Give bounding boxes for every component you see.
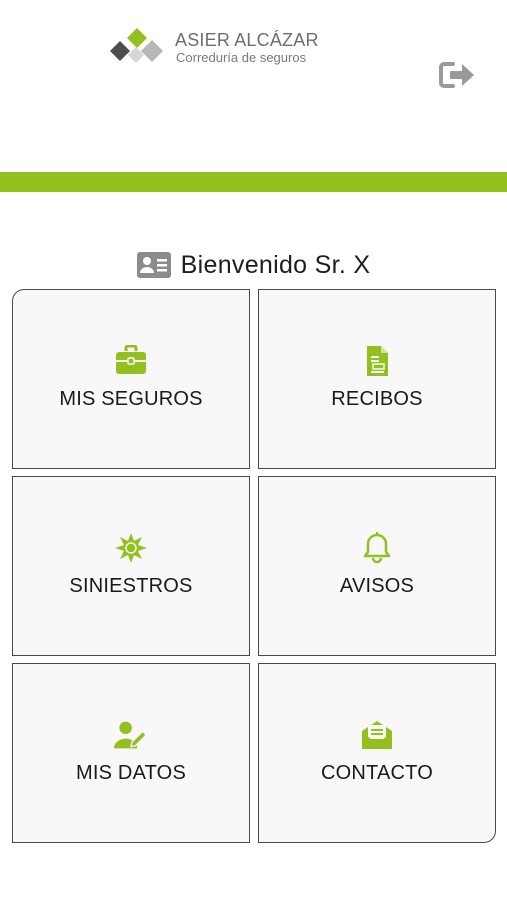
logo-mark-icon [110,28,163,63]
tile-label: CONTACTO [321,762,433,784]
tile-siniestros[interactable]: SINIESTROS [12,476,250,656]
sign-out-icon [439,62,474,88]
burst-icon [115,533,147,563]
tile-mis-seguros[interactable]: MIS SEGUROS [12,289,250,469]
tile-label: AVISOS [339,575,415,597]
welcome-banner: Bienvenido Sr. X [0,248,507,282]
tile-label: RECIBOS [331,388,423,410]
briefcase-icon [116,345,146,374]
tile-contacto[interactable]: CONTACTO [258,663,496,843]
tile-label: MIS DATOS [76,762,186,784]
tile-recibos[interactable]: RECIBOS [258,289,496,469]
tile-label: SINIESTROS [69,575,193,597]
header-accent-bar [0,172,507,192]
document-icon [367,346,388,376]
welcome-text: Bienvenido Sr. X [180,250,371,279]
tile-mis-datos[interactable]: MIS DATOS [12,663,250,843]
brand-tagline: Correduría de seguros [176,50,307,65]
user-edit-icon [114,721,148,749]
tile-label: MIS SEGUROS [59,388,203,410]
brand-name: ASIER ALCÁZAR [175,30,319,50]
tile-avisos[interactable]: AVISOS [258,476,496,656]
logout-button[interactable] [438,58,478,92]
brand-logo: ASIER ALCÁZAR Correduría de seguros [108,26,338,72]
id-card-icon [136,252,171,278]
bell-icon [363,532,391,564]
envelope-open-icon [362,721,392,749]
app-screen: ASIER ALCÁZAR Correduría de seguros Bien… [0,0,507,900]
